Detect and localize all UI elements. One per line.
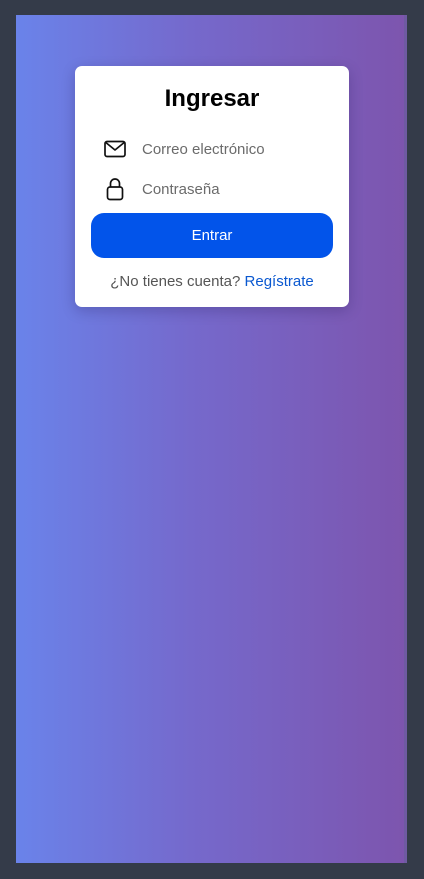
- email-input[interactable]: [142, 140, 312, 158]
- password-field-row: [103, 176, 323, 202]
- signup-link[interactable]: Regístrate: [245, 273, 314, 290]
- page-title: Ingresar: [164, 85, 260, 112]
- app-viewport: Ingresar Entrar ¿No tienes cuenta?: [16, 15, 407, 863]
- login-card: Ingresar Entrar ¿No tienes cuenta?: [75, 66, 349, 307]
- login-button[interactable]: Entrar: [91, 213, 333, 258]
- password-input[interactable]: [142, 180, 312, 198]
- envelope-icon: [103, 137, 127, 161]
- lock-icon: [103, 177, 127, 201]
- email-field-row: [103, 136, 323, 162]
- signup-row: ¿No tienes cuenta? Regístrate: [75, 273, 349, 290]
- signup-prompt: ¿No tienes cuenta?: [110, 273, 241, 290]
